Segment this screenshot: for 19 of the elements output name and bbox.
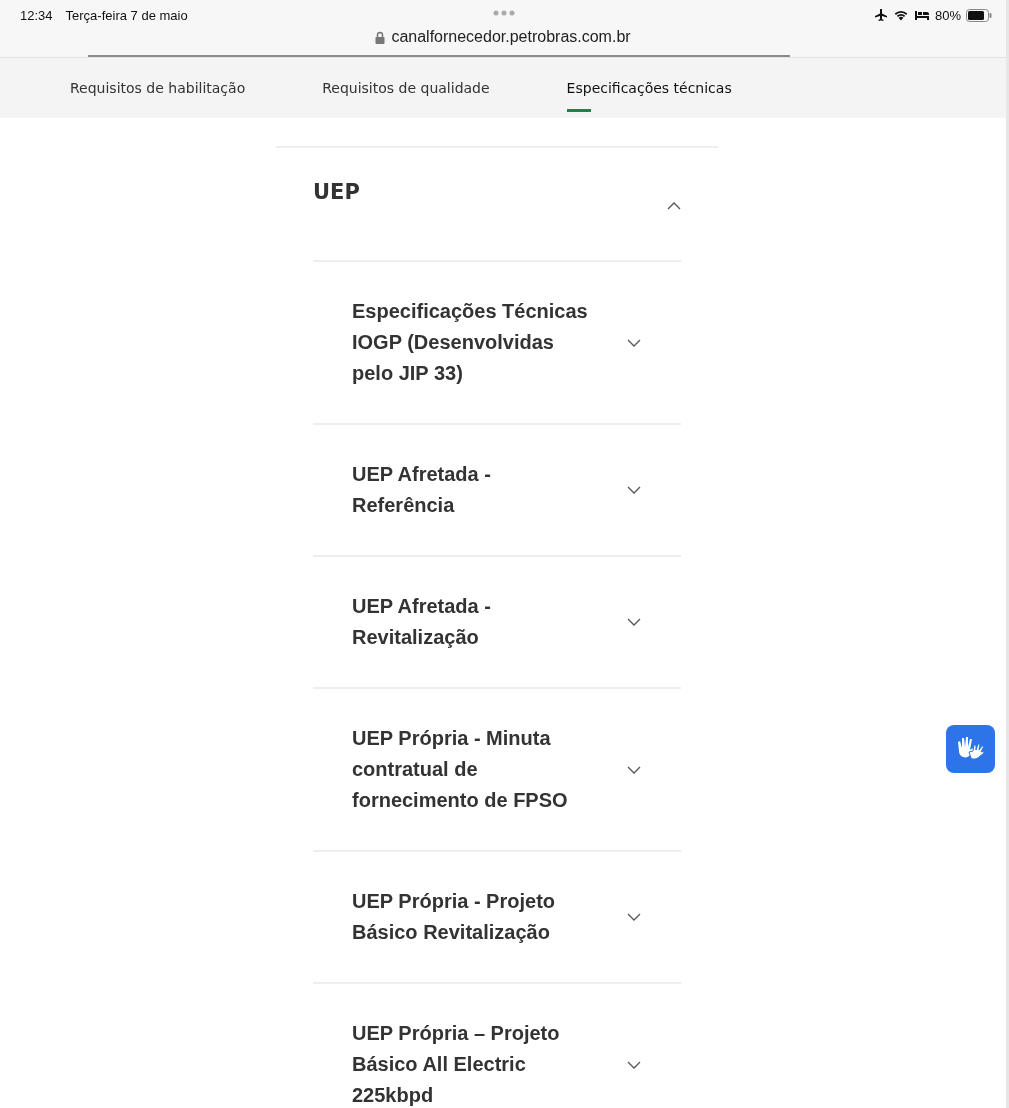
accordion-item[interactable]: Especificações Técnicas IOGP (Desenvolvidas pelo JIP 33) [313,260,681,423]
wifi-icon [892,9,909,21]
sign-language-button[interactable] [946,725,995,773]
accordion-item[interactable]: UEP Própria - Projeto Básico Revitalização [313,850,681,982]
airplane-icon [873,8,888,22]
lock-icon [375,30,386,44]
accordion-item[interactable]: UEP Afretada - Referência [313,423,681,555]
bed-icon [913,9,930,21]
accordion-header[interactable]: UEP [276,148,718,260]
section-title: UEP [313,180,360,204]
accordion-item[interactable]: UEP Própria - Minuta contratual de fornecimento de FPSO [313,687,681,850]
tab[interactable]: Requisitos de qualidade [306,58,506,118]
status-time: 12:34 [20,7,53,23]
battery-percentage: 80% [934,7,961,23]
battery-icon [966,8,992,22]
accordion-item[interactable]: UEP Afretada - Revitalização [313,555,681,687]
status-date: Terça-feira 7 de maio [65,7,188,23]
accordion-item[interactable]: UEP Própria – Projeto Básico All Electric 225kbpd [313,982,681,1108]
tab[interactable]: Requisitos de habilitação [54,58,262,118]
